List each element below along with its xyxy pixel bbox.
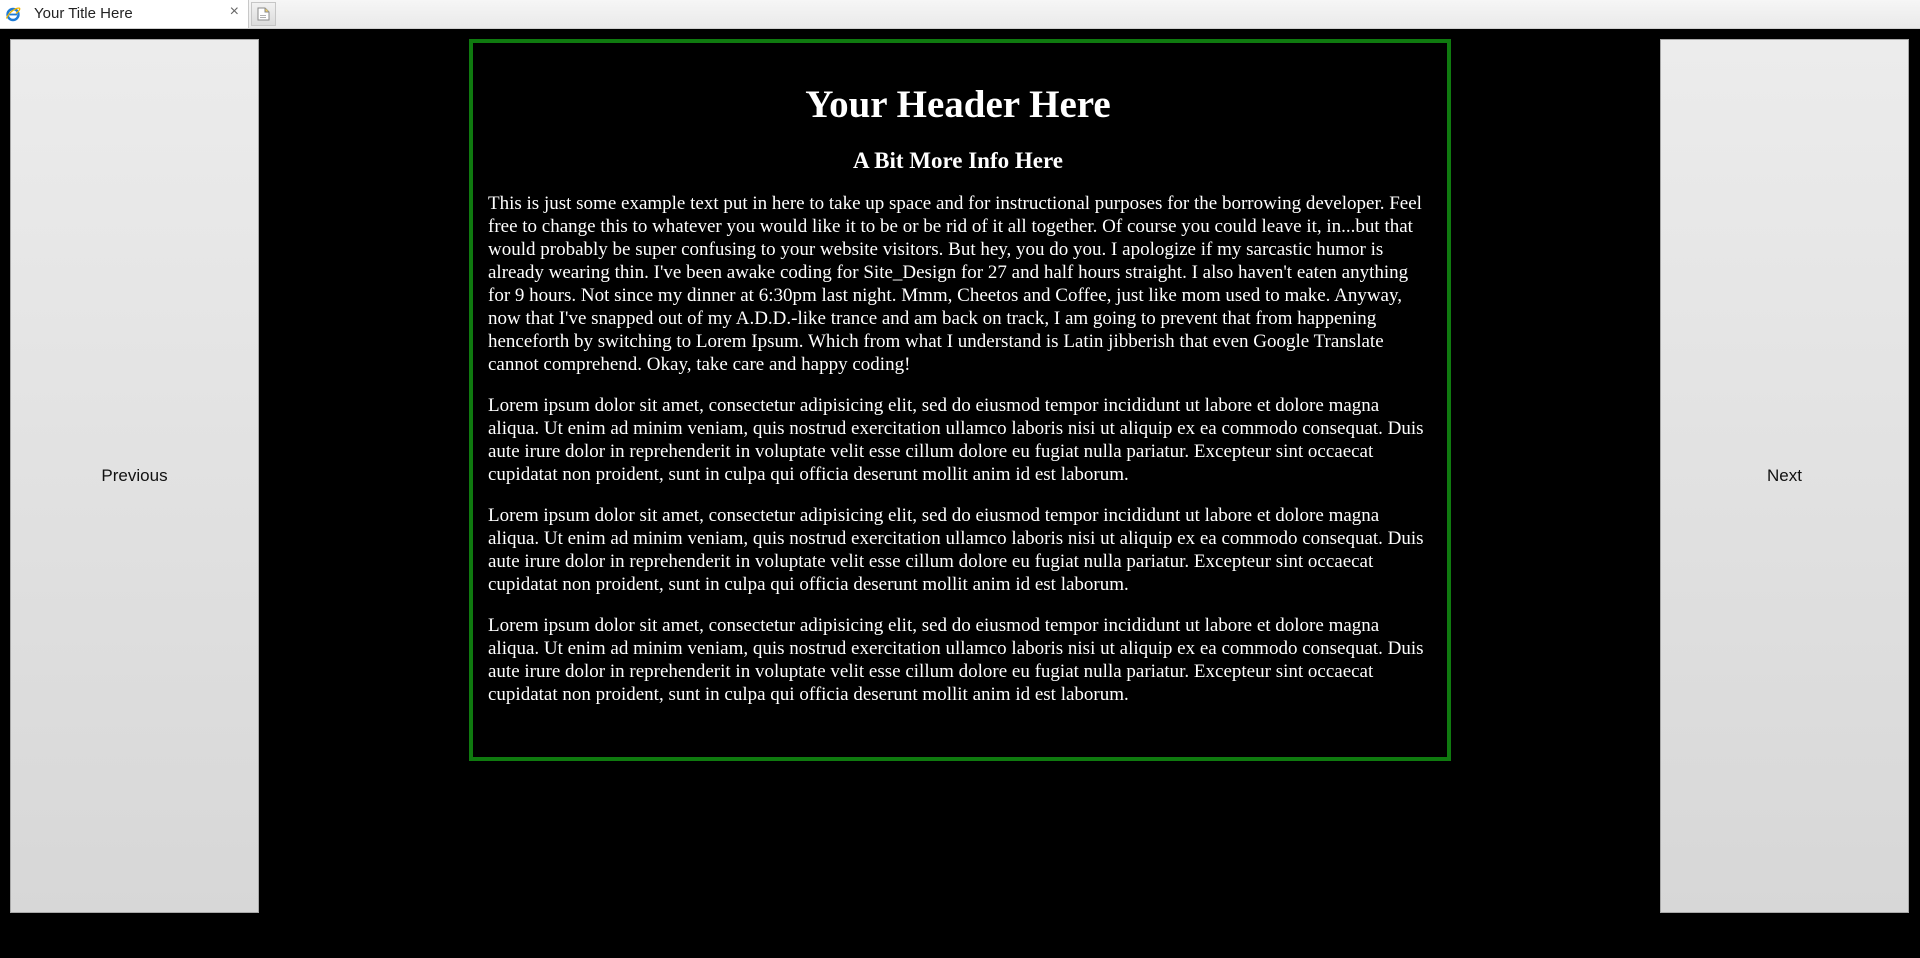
- close-icon[interactable]: ×: [230, 3, 239, 21]
- next-button[interactable]: Next: [1660, 39, 1909, 913]
- page-subheader: A Bit More Info Here: [853, 148, 1063, 173]
- previous-button[interactable]: Previous: [10, 39, 259, 913]
- intro-paragraph: This is just some example text put in he…: [488, 193, 1422, 375]
- ie-icon: [5, 6, 21, 22]
- new-tab-button[interactable]: [251, 2, 276, 26]
- lorem-paragraph-1: Lorem ipsum dolor sit amet, consectetur …: [488, 395, 1424, 485]
- previous-label: Previous: [101, 466, 168, 485]
- page-header: Your Header Here: [805, 83, 1111, 126]
- next-label: Next: [1767, 466, 1802, 485]
- browser-tab-strip: Your Title Here ×: [0, 0, 1920, 29]
- content-panel: Your Header Here A Bit More Info Here Th…: [469, 39, 1451, 761]
- browser-tab[interactable]: Your Title Here ×: [0, 0, 249, 28]
- lorem-paragraph-2: Lorem ipsum dolor sit amet, consectetur …: [488, 505, 1424, 595]
- lorem-paragraph-3: Lorem ipsum dolor sit amet, consectetur …: [488, 615, 1424, 705]
- tab-title: Your Title Here: [34, 5, 133, 22]
